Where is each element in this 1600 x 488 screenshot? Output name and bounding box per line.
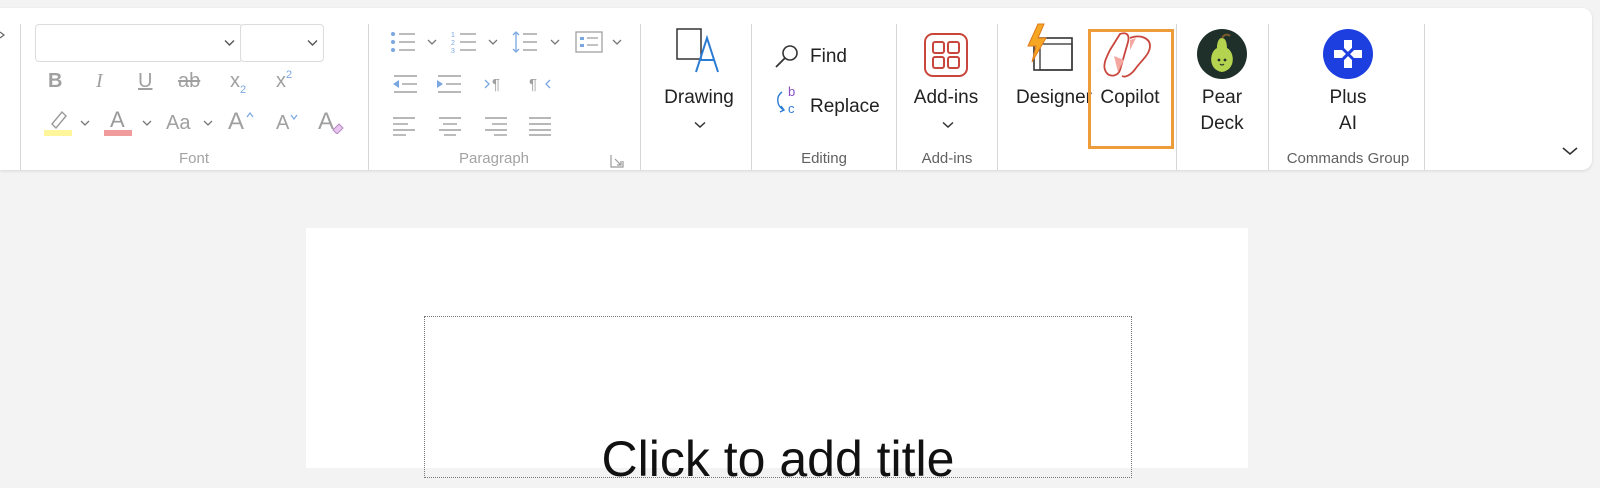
grow-font-button[interactable]: A [228, 108, 244, 136]
separator [997, 24, 998, 170]
collapse-ribbon-icon[interactable] [1562, 146, 1578, 156]
svg-text:b: b [788, 86, 795, 99]
copilot-highlight-box [1088, 29, 1174, 149]
superscript-index: 2 [286, 69, 293, 81]
title-placeholder-text[interactable]: Click to add title [424, 430, 1132, 488]
plus-ai-icon [1323, 29, 1373, 79]
subscript-button[interactable]: x2 [230, 70, 247, 96]
chevron-down-icon [942, 121, 954, 129]
pear-deck-line2: Deck [1200, 113, 1244, 134]
svg-text:¶: ¶ [529, 76, 537, 93]
caret-down-icon [290, 114, 298, 120]
chevron-down-icon[interactable] [488, 39, 498, 46]
replace-label: Replace [810, 96, 880, 117]
addins-label: Add-ins [913, 87, 979, 108]
search-icon [775, 45, 798, 68]
strikethrough-button[interactable]: ab [178, 70, 200, 93]
subscript-base: x [230, 70, 240, 92]
justify-icon[interactable] [528, 116, 552, 136]
designer-label: Designer [1015, 87, 1093, 108]
separator [1424, 24, 1425, 170]
font-name-dropdown[interactable] [35, 24, 243, 62]
align-right-icon[interactable] [484, 116, 508, 136]
bold-button[interactable]: B [48, 70, 62, 93]
chevron-down-icon[interactable] [80, 120, 90, 127]
chevron-down-icon[interactable] [427, 39, 437, 46]
svg-text:c: c [788, 101, 795, 116]
highlight-icon[interactable] [44, 106, 72, 138]
separator [20, 24, 21, 170]
replace-icon: b c [777, 86, 795, 116]
separator [751, 24, 752, 170]
separator [1176, 24, 1177, 170]
font-color-icon[interactable]: A [104, 106, 132, 138]
text-direction-icon[interactable] [575, 30, 603, 54]
drawing-label: Drawing [664, 87, 734, 108]
editing-group-label: Editing [801, 150, 847, 167]
pear-deck-line1: Pear [1201, 87, 1243, 108]
commands-group-label: Commands Group [1286, 150, 1410, 167]
plus-ai-line1: Plus [1329, 87, 1367, 108]
chevron-down-icon[interactable] [203, 120, 213, 127]
addins-grid-icon [924, 33, 968, 77]
svg-text:2: 2 [451, 40, 455, 47]
align-center-icon[interactable] [438, 116, 462, 136]
dialog-launcher-icon[interactable] [610, 154, 624, 168]
ribbon: B I U ab x2 x2 A Aa A A A Font 1 2 3 ¶ ¶… [0, 8, 1592, 170]
svg-text:¶: ¶ [492, 76, 500, 93]
italic-button[interactable]: I [96, 70, 103, 93]
chevron-down-icon [307, 40, 318, 46]
change-case-button[interactable]: Aa [166, 112, 190, 135]
superscript-button[interactable]: x2 [276, 69, 293, 93]
align-left-icon[interactable] [392, 116, 416, 136]
line-spacing-icon[interactable] [512, 30, 538, 54]
paragraph-group-label: Paragraph [458, 150, 530, 167]
underline-button[interactable]: U [138, 70, 152, 93]
font-size-dropdown[interactable] [240, 24, 324, 62]
chevron-down-icon[interactable] [612, 39, 622, 46]
designer-icon [1027, 23, 1073, 71]
ltr-icon[interactable]: ¶ [484, 74, 508, 94]
chevron-down-icon [694, 121, 706, 129]
subscript-index: 2 [240, 84, 247, 96]
separator [896, 24, 897, 170]
separator [1268, 24, 1269, 170]
numbering-icon[interactable]: 123 [451, 30, 477, 54]
addins-group-label: Add-ins [921, 150, 973, 167]
separator [640, 24, 641, 170]
shrink-font-button[interactable]: A [276, 112, 289, 135]
separator [368, 24, 369, 170]
svg-text:3: 3 [451, 48, 455, 54]
decrease-indent-icon[interactable] [392, 74, 418, 94]
increase-indent-icon[interactable] [436, 74, 462, 94]
drawing-icon [676, 28, 719, 73]
chevron-down-icon [224, 40, 235, 46]
find-label: Find [810, 46, 847, 67]
rtl-icon[interactable]: ¶ [528, 74, 552, 94]
bullets-icon[interactable] [390, 30, 416, 54]
chevron-down-icon[interactable] [142, 120, 152, 127]
pear-deck-icon [1197, 29, 1247, 79]
svg-text:1: 1 [451, 32, 455, 39]
font-group-label: Font [178, 150, 209, 167]
eraser-icon [332, 123, 344, 134]
plus-ai-line2: AI [1339, 113, 1357, 134]
svg-text:A: A [110, 107, 125, 132]
scroll-left-icon[interactable] [0, 30, 6, 40]
caret-up-icon [246, 112, 254, 118]
superscript-base: x [276, 70, 286, 92]
chevron-down-icon[interactable] [550, 39, 560, 46]
